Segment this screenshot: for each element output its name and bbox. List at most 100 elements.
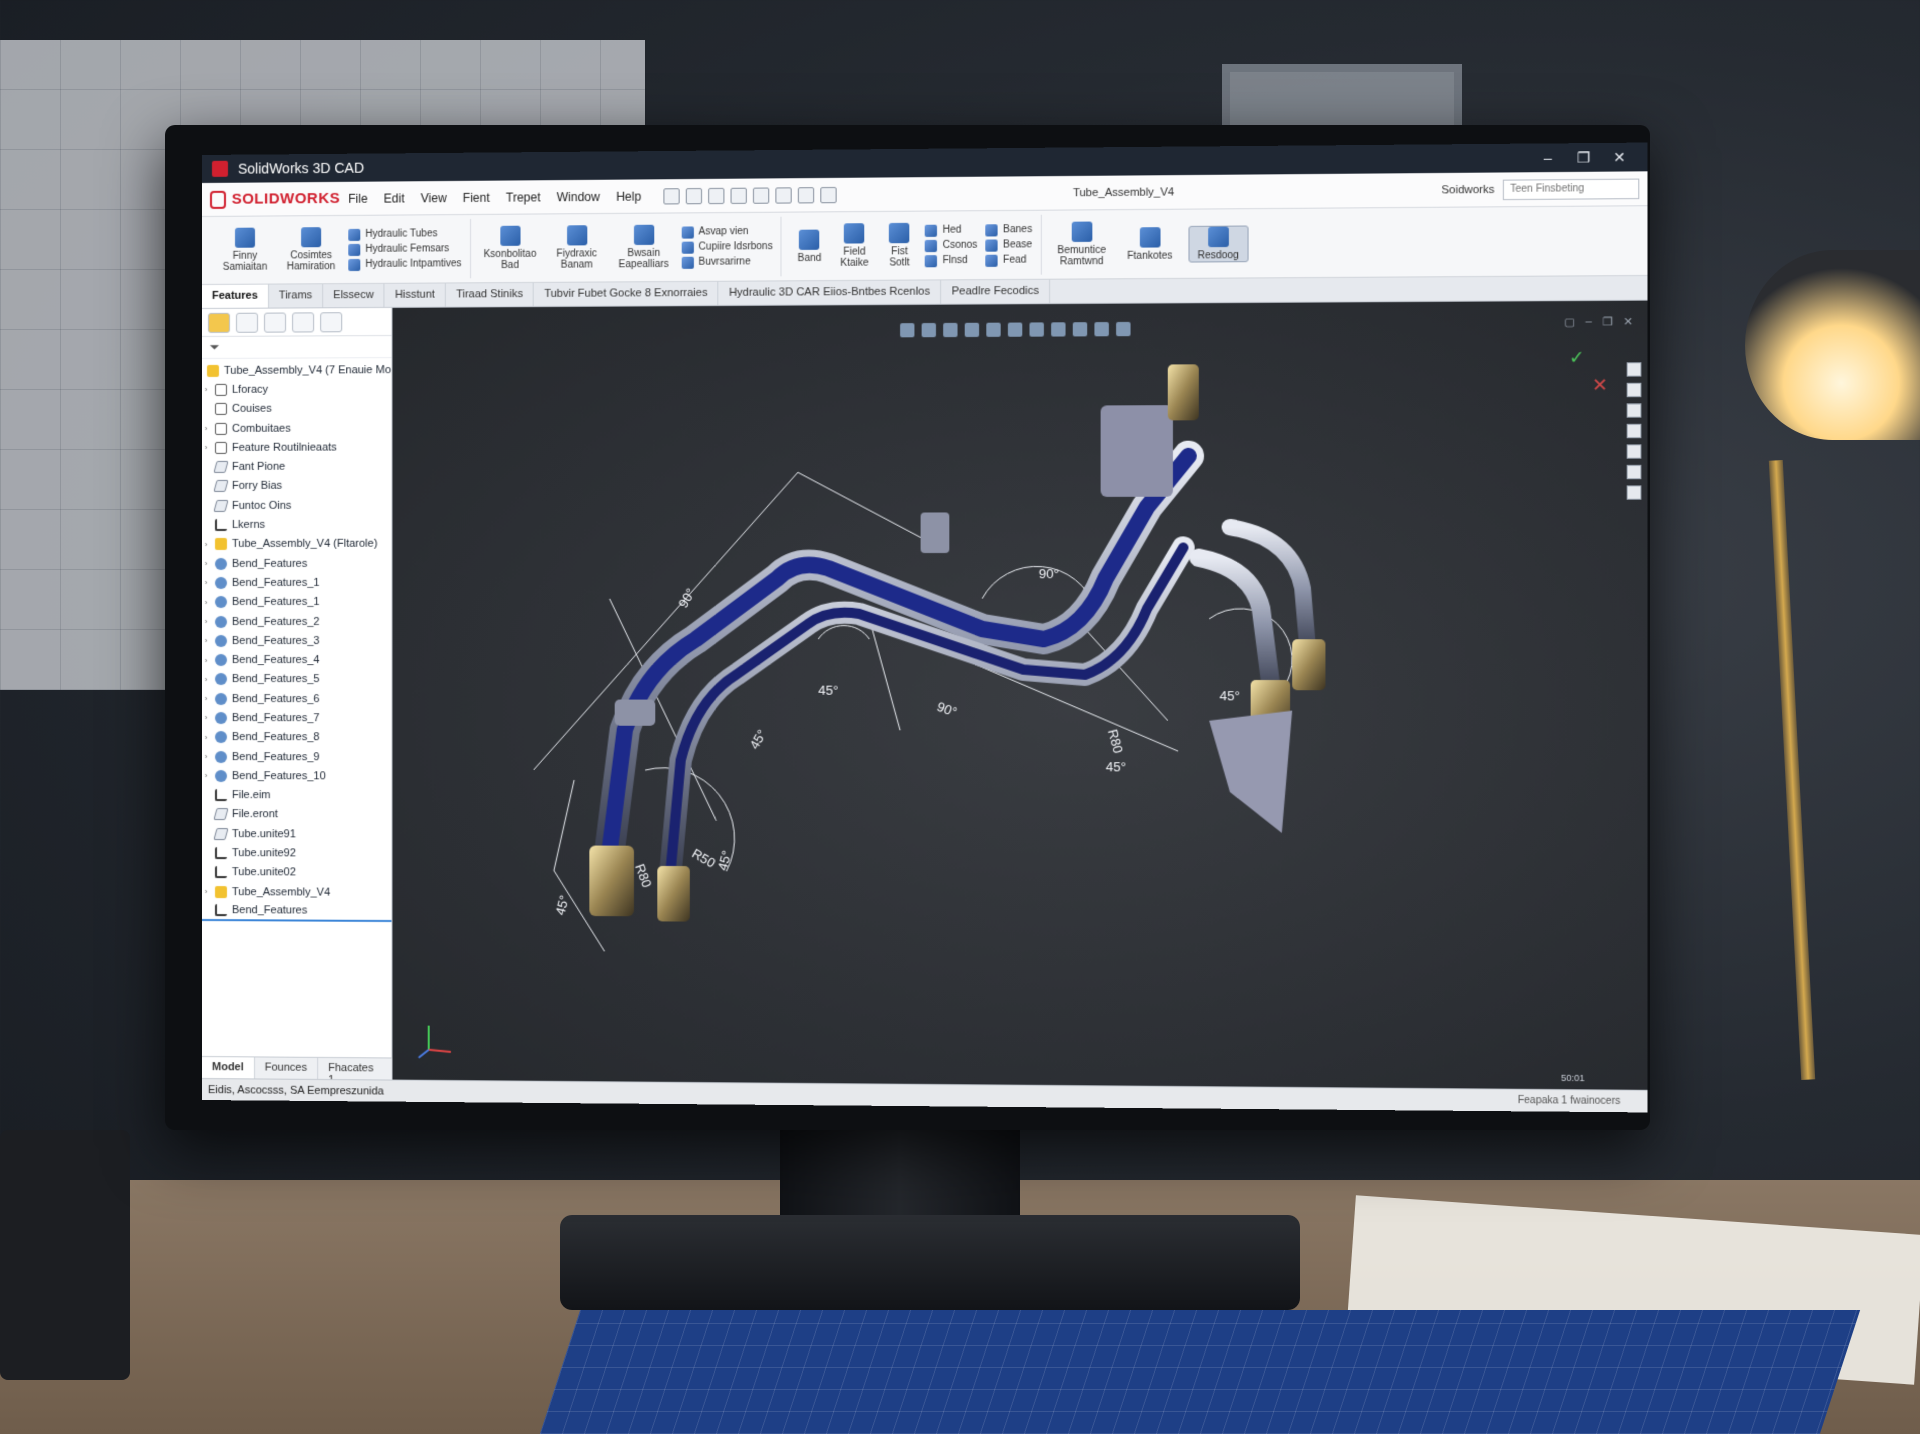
tree-item[interactable]: › Bend_Features_8 xyxy=(202,728,391,748)
dim-45-e[interactable]: 45° xyxy=(1220,688,1240,703)
dim-r80-a[interactable]: R80 xyxy=(632,862,655,890)
cupiire-idsrbons-button[interactable]: Cupiire Idsrbons xyxy=(681,241,773,254)
hydraulic-tubes-button[interactable]: Hydraulic Tubes xyxy=(348,228,461,241)
tree-item[interactable]: Fant Pione xyxy=(202,457,391,477)
expand-chevron-icon[interactable]: › xyxy=(202,675,210,684)
tree-item[interactable]: › Tube_Assembly_V4 xyxy=(202,882,391,902)
tree-item[interactable]: › Bend_Features_5 xyxy=(202,670,391,690)
configuration-manager-tab-icon[interactable] xyxy=(264,312,287,333)
tab-elssecw[interactable]: Elssecw xyxy=(323,283,385,308)
band-button[interactable]: Band xyxy=(792,229,827,264)
traffic-light-icon[interactable] xyxy=(797,186,815,203)
property-manager-tab-icon[interactable] xyxy=(235,312,259,333)
tab-peadlre-fecodics[interactable]: Peadlre Fecodics xyxy=(941,279,1051,304)
dim-45-d[interactable]: 45° xyxy=(552,894,572,917)
tree-item[interactable]: › Bend_Features_1 xyxy=(202,573,391,592)
expand-chevron-icon[interactable]: › xyxy=(202,887,210,896)
close-button[interactable]: ✕ xyxy=(1601,148,1637,166)
dim-90-b[interactable]: 90° xyxy=(1039,566,1059,581)
finny-samiaitan-button[interactable]: Finny Samiaitan xyxy=(216,227,274,273)
csonos-button[interactable]: Csonos xyxy=(925,239,977,252)
buvrsarirne-button[interactable]: Buvrsarirne xyxy=(681,256,772,269)
tree-item[interactable]: Funtoc Oins xyxy=(202,496,391,516)
expand-chevron-icon[interactable]: › xyxy=(202,733,210,742)
select-icon[interactable] xyxy=(775,186,792,204)
expand-chevron-icon[interactable]: › xyxy=(202,636,210,645)
tree-item[interactable]: › Bend_Features_2 xyxy=(202,612,391,631)
cosimtes-hamiration-button[interactable]: Cosimtes Hamiration xyxy=(282,227,340,272)
tree-item[interactable]: › Lforacy xyxy=(202,379,391,399)
home-icon[interactable] xyxy=(663,187,680,204)
tree-item[interactable]: › Bend_Features_10 xyxy=(202,766,391,786)
fiydraxic-banam-button[interactable]: Fiydraxic Banam xyxy=(547,225,606,271)
expand-chevron-icon[interactable]: › xyxy=(202,559,210,568)
tree-item[interactable]: › Bend_Features_9 xyxy=(202,747,391,767)
tree-item[interactable]: › Bend_Features_3 xyxy=(202,631,391,650)
menu-trepet[interactable]: Trepet xyxy=(498,190,549,204)
print-icon[interactable] xyxy=(730,187,747,204)
expand-chevron-icon[interactable]: › xyxy=(202,598,210,607)
expand-chevron-icon[interactable]: › xyxy=(202,540,210,549)
fead-button[interactable]: Fead xyxy=(985,254,1033,267)
asvap-vien-button[interactable]: Asvap vien xyxy=(681,225,772,239)
dim-r80-b[interactable]: R80 xyxy=(1105,728,1126,755)
tab-tubvir-fubet[interactable]: Tubvir Fubet Gocke 8 Exnorraies xyxy=(534,281,719,307)
expand-chevron-icon[interactable]: › xyxy=(202,771,210,780)
minimize-button[interactable]: – xyxy=(1530,149,1566,166)
bwsain-eapealliars-button[interactable]: Bwsain Eapealliars xyxy=(614,224,673,271)
tree-item[interactable]: › Bend_Features_4 xyxy=(202,650,391,669)
hed-button[interactable]: Hed xyxy=(925,224,977,237)
dim-90-c[interactable]: 90° xyxy=(935,699,959,720)
tree-item[interactable]: File.eim xyxy=(202,786,391,806)
solidworks-logo[interactable]: SOLIDWORKS xyxy=(209,189,340,209)
account-label[interactable]: Soidworks xyxy=(1441,183,1494,196)
tree-item[interactable]: › Bend_Features_7 xyxy=(202,708,391,728)
menu-fient[interactable]: Fient xyxy=(455,190,498,204)
tree-item[interactable]: › Bend_Features xyxy=(202,554,391,574)
tree-item[interactable]: Forry Bias xyxy=(202,476,391,496)
dim-45-f[interactable]: 45° xyxy=(1106,759,1126,774)
hydraulic-femsars-button[interactable]: Hydraulic Femsars xyxy=(348,243,461,256)
expand-chevron-icon[interactable]: › xyxy=(202,694,210,703)
tab-fhacates[interactable]: Fhacates 1 xyxy=(318,1057,393,1086)
tree-item[interactable]: Lkerns xyxy=(202,515,391,535)
graphics-viewport[interactable]: ▢ – ❐ ✕ ✓ ✕ 90° 90° 90° 45° 45° 45° 45° … xyxy=(392,300,1648,1113)
bease-button[interactable]: Bease xyxy=(985,238,1032,252)
dim-45-b[interactable]: 45° xyxy=(746,727,769,752)
tree-item[interactable]: › Bend_Features_1 xyxy=(202,592,391,611)
menu-file[interactable]: File xyxy=(340,191,376,205)
dim-45-a[interactable]: 45° xyxy=(818,683,838,698)
menu-window[interactable]: Window xyxy=(549,189,608,204)
expand-chevron-icon[interactable]: › xyxy=(202,713,210,722)
tab-tirams[interactable]: Tirams xyxy=(268,284,324,308)
resdoog-button[interactable]: Resdoog xyxy=(1188,224,1249,263)
display-manager-tab-icon[interactable] xyxy=(320,311,343,332)
undo-icon[interactable] xyxy=(753,186,770,204)
tab-hisstunt[interactable]: Hisstunt xyxy=(384,283,447,307)
filter-icon[interactable]: ⏷ xyxy=(202,335,392,359)
tree-item[interactable]: File.eront xyxy=(202,805,391,825)
tab-hydraulic-3d-car[interactable]: Hydraulic 3D CAR Eiios-Bntbes Rcenlos xyxy=(718,280,942,305)
ftankotes-button[interactable]: Ftankotes xyxy=(1120,226,1180,261)
tree-item[interactable]: › Tube_Assembly_V4 (Fltarole) xyxy=(202,534,391,554)
tab-founces[interactable]: Founces xyxy=(254,1057,319,1079)
save-icon[interactable] xyxy=(708,187,725,204)
tab-model[interactable]: Model xyxy=(202,1057,255,1079)
fist-sotlt-button[interactable]: Fist Sotlt xyxy=(882,222,917,269)
search-input[interactable] xyxy=(1502,178,1640,200)
expand-chevron-icon[interactable]: › xyxy=(202,578,210,587)
tree-item[interactable]: › Bend_Features_6 xyxy=(202,689,391,709)
dim-r50[interactable]: R50 xyxy=(689,846,718,871)
banes-button[interactable]: Banes xyxy=(985,223,1032,236)
ksonbolitao-bad-button[interactable]: Ksonbolitao Bad xyxy=(481,225,540,272)
expand-chevron-icon[interactable]: › xyxy=(202,617,210,626)
tab-tiraad-stiniks[interactable]: Tiraad Stiniks xyxy=(446,282,535,307)
tree-item[interactable]: Tube_Assembly_V4 (7 Enauie Mou xyxy=(202,360,391,380)
expand-chevron-icon[interactable]: › xyxy=(202,752,210,761)
new-document-icon[interactable] xyxy=(685,187,703,204)
feature-manager-tab-icon[interactable] xyxy=(207,312,230,333)
expand-chevron-icon[interactable]: › xyxy=(202,656,210,665)
tab-features[interactable]: Features xyxy=(202,284,269,308)
expand-chevron-icon[interactable]: › xyxy=(202,424,210,433)
flnsd-button[interactable]: Flnsd xyxy=(925,254,977,267)
